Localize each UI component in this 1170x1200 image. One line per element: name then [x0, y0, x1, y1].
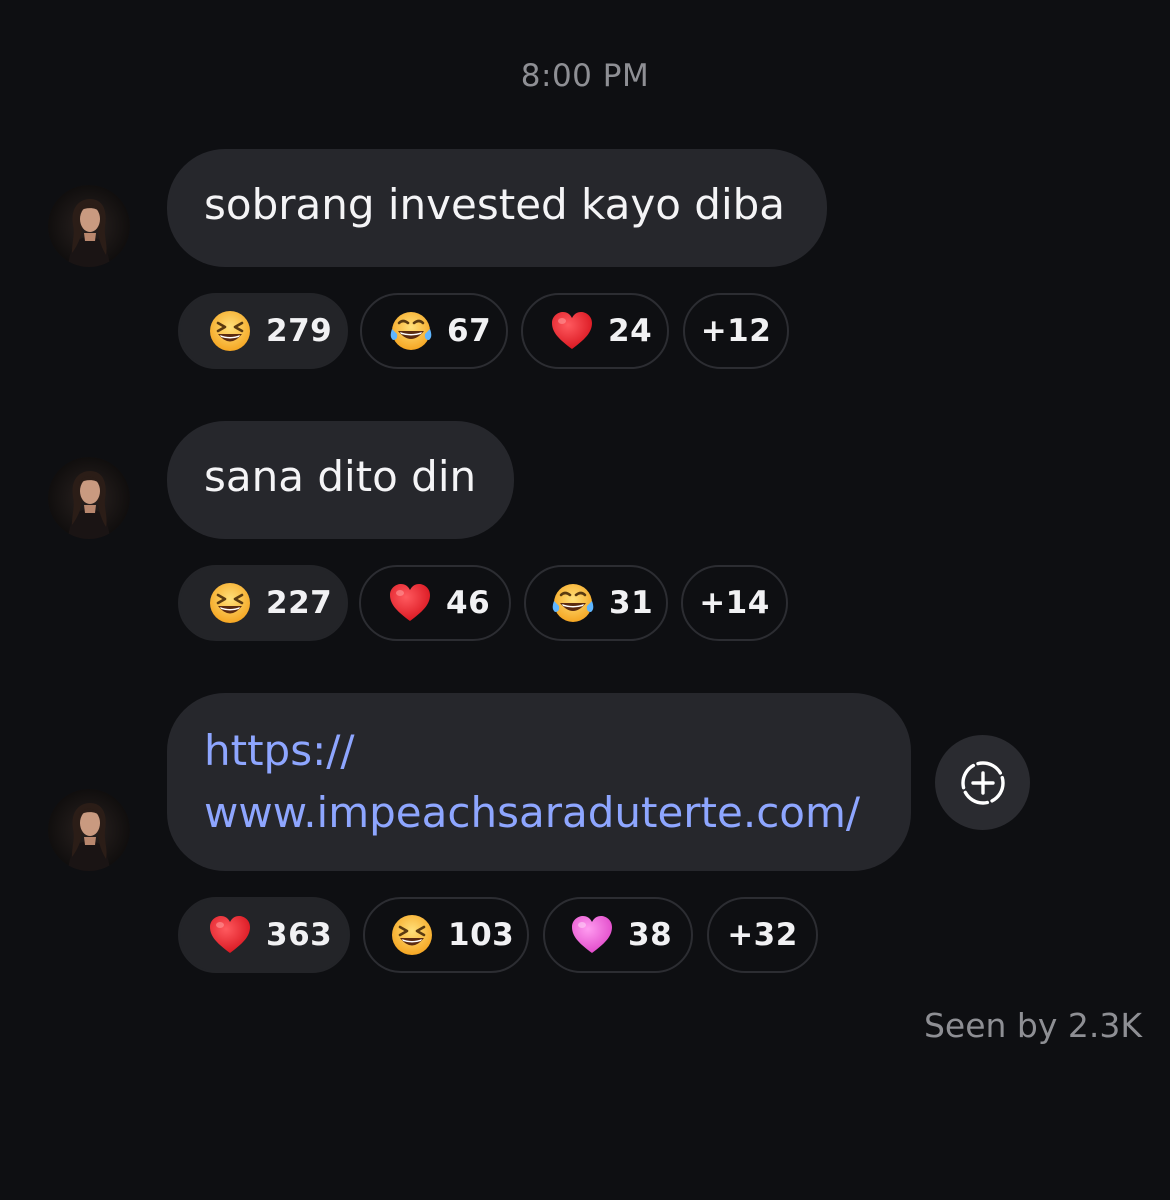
reaction-count: 279 — [266, 313, 333, 349]
reaction-pill[interactable]: 46 — [359, 565, 511, 641]
pink-heart-emoji-icon — [570, 913, 614, 957]
more-reactions-count: +14 — [699, 585, 770, 621]
reaction-pill[interactable]: 24 — [521, 293, 669, 369]
message-text: sobrang invested kayo diba — [204, 180, 786, 229]
reaction-pill[interactable]: 279 — [178, 293, 348, 369]
reaction-count: 46 — [446, 585, 491, 621]
timestamp: 8:00 PM — [520, 58, 650, 94]
profile-photo — [48, 457, 130, 539]
reaction-pill[interactable]: 363 — [178, 897, 350, 973]
more-reactions-pill[interactable]: +32 — [707, 897, 818, 973]
avatar[interactable] — [48, 789, 130, 871]
reaction-pill[interactable]: 38 — [543, 897, 693, 973]
more-reactions-pill[interactable]: +12 — [683, 293, 789, 369]
avatar[interactable] — [48, 457, 130, 539]
tears-of-joy-emoji-icon — [389, 309, 433, 353]
add-reaction-icon — [960, 760, 1005, 805]
grinning-squint-emoji-icon — [208, 309, 252, 353]
more-reactions-count: +12 — [700, 313, 772, 349]
message-text: sana dito din — [204, 452, 477, 501]
reaction-count: 38 — [628, 917, 673, 953]
link-text-line-1[interactable]: https:// — [204, 720, 874, 782]
add-reaction-button[interactable] — [935, 735, 1030, 830]
grinning-squint-emoji-icon — [390, 913, 434, 957]
avatar[interactable] — [48, 185, 130, 267]
red-heart-emoji-icon — [388, 581, 432, 625]
tears-of-joy-emoji-icon — [551, 581, 595, 625]
red-heart-emoji-icon — [208, 913, 252, 957]
grinning-squint-emoji-icon — [208, 581, 252, 625]
reaction-pill[interactable]: 103 — [363, 897, 529, 973]
reaction-count: 31 — [609, 585, 654, 621]
reaction-count: 67 — [447, 313, 492, 349]
reaction-count: 227 — [266, 585, 333, 621]
reaction-pill[interactable]: 31 — [524, 565, 668, 641]
red-heart-emoji-icon — [550, 309, 594, 353]
message-bubble[interactable]: sana dito din — [167, 421, 514, 539]
reaction-count: 103 — [448, 917, 515, 953]
reaction-pill[interactable]: 227 — [178, 565, 348, 641]
link-text-line-2[interactable]: www.impeachsaraduterte.com/ — [204, 782, 874, 844]
more-reactions-count: +32 — [727, 917, 798, 953]
reaction-count: 24 — [608, 313, 653, 349]
profile-photo — [48, 185, 130, 267]
more-reactions-pill[interactable]: +14 — [681, 565, 788, 641]
reaction-pill[interactable]: 67 — [360, 293, 508, 369]
message-bubble[interactable]: sobrang invested kayo diba — [167, 149, 827, 267]
profile-photo — [48, 789, 130, 871]
reaction-count: 363 — [266, 917, 333, 953]
link-message-bubble[interactable]: https:// www.impeachsaraduterte.com/ — [167, 693, 911, 871]
seen-by-indicator[interactable]: Seen by 2.3K — [924, 1006, 1142, 1045]
